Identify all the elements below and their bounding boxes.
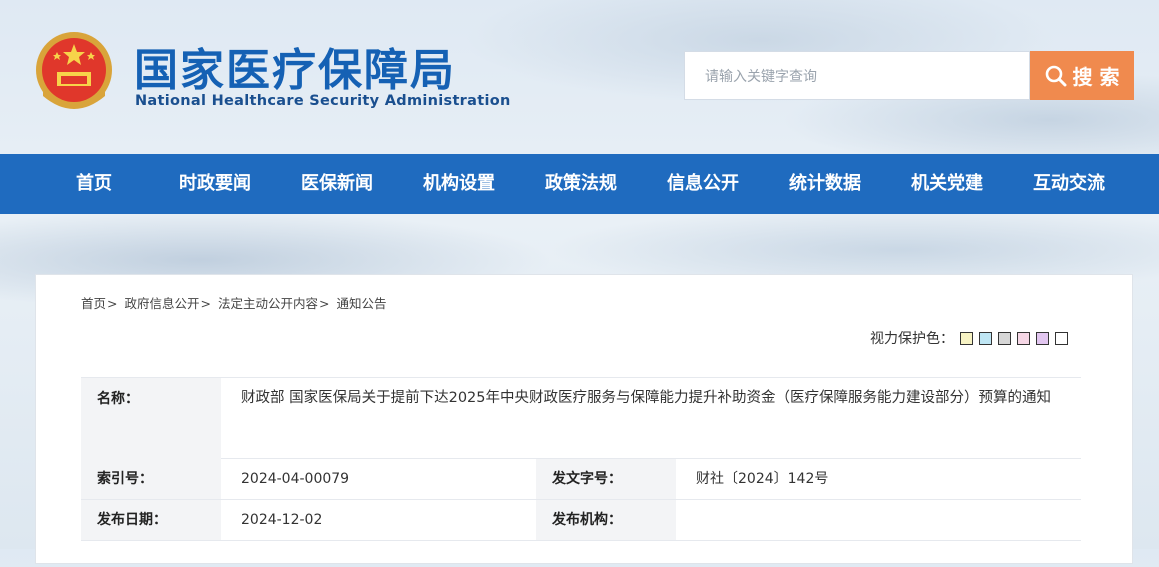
- site-title[interactable]: 国家医疗保障局: [134, 34, 456, 98]
- info-row-index: 索引号： 2024-04-00079 发文字号： 财社〔2024〕142号: [81, 459, 1081, 500]
- color-swatch-gray[interactable]: [998, 331, 1011, 345]
- nav-item-home[interactable]: 首页: [76, 154, 112, 214]
- search-box: [684, 51, 1030, 101]
- color-swatch-pink[interactable]: [1017, 331, 1030, 345]
- color-swatch-yellow[interactable]: [960, 331, 973, 345]
- index-value: 2024-04-00079: [241, 471, 350, 487]
- nav-item-statistics[interactable]: 统计数据: [789, 154, 861, 214]
- search-input[interactable]: [685, 52, 1027, 101]
- date-label: 发布日期：: [81, 500, 221, 540]
- search-button-label: 搜 索: [1072, 65, 1120, 89]
- document-info-table: 名称： 财政部 国家医保局关于提前下达2025年中央财政医疗服务与保障能力提升补…: [81, 377, 1081, 567]
- site-header: 国家医疗保障局 National Healthcare Security Adm…: [0, 0, 1159, 154]
- color-swatch-purple[interactable]: [1036, 331, 1049, 345]
- doc-number-value: 财社〔2024〕142号: [696, 471, 829, 487]
- nav-item-healthcare-news[interactable]: 医保新闻: [301, 154, 373, 214]
- breadcrumb-home[interactable]: 首页: [81, 296, 106, 311]
- search-icon: [1045, 65, 1067, 86]
- index-label: 索引号：: [81, 459, 221, 499]
- info-row-name: 名称： 财政部 国家医保局关于提前下达2025年中央财政医疗服务与保障能力提升补…: [81, 377, 1081, 459]
- site-subtitle: National Healthcare Security Administrat…: [135, 93, 511, 109]
- national-emblem-icon: [36, 32, 112, 109]
- breadcrumb-gov-info[interactable]: 政府信息公开: [124, 296, 199, 311]
- color-swatch-white[interactable]: [1055, 331, 1068, 345]
- nav-item-party-building[interactable]: 机关党建: [911, 154, 983, 214]
- nav-item-information[interactable]: 信息公开: [667, 154, 739, 214]
- breadcrumb-separator: >: [318, 296, 330, 311]
- breadcrumb-statutory-content[interactable]: 法定主动公开内容: [218, 296, 318, 311]
- breadcrumb-separator: >: [107, 296, 118, 311]
- vision-protection-colors: 视力保护色：: [870, 328, 1068, 348]
- info-row-date: 发布日期： 2024-12-02 发布机构：: [81, 500, 1081, 541]
- nav-item-organization[interactable]: 机构设置: [423, 154, 495, 214]
- nav-item-policies[interactable]: 政策法规: [545, 154, 617, 214]
- nav-item-politics-news[interactable]: 时政要闻: [179, 154, 251, 214]
- name-value: 财政部 国家医保局关于提前下达2025年中央财政医疗服务与保障能力提升补助资金（…: [241, 390, 1052, 406]
- org-label: 发布机构：: [536, 500, 676, 540]
- name-label: 名称：: [81, 378, 221, 459]
- content-panel: 首页> 政府信息公开> 法定主动公开内容> 通知公告 视力保护色： 名称： 财政…: [35, 274, 1133, 564]
- breadcrumb-notices[interactable]: 通知公告: [336, 296, 386, 311]
- doc-number-label: 发文字号：: [536, 459, 676, 499]
- vision-label: 视力保护色：: [870, 331, 954, 347]
- main-nav: 首页 时政要闻 医保新闻 机构设置 政策法规 信息公开 统计数据 机关党建 互动…: [0, 154, 1159, 214]
- nav-item-interaction[interactable]: 互动交流: [1033, 154, 1105, 214]
- search-button[interactable]: 搜 索: [1030, 51, 1134, 100]
- date-value: 2024-12-02: [241, 512, 323, 528]
- breadcrumb-separator: >: [200, 296, 211, 311]
- breadcrumb: 首页> 政府信息公开> 法定主动公开内容> 通知公告: [81, 293, 386, 312]
- color-swatch-blue[interactable]: [979, 331, 992, 345]
